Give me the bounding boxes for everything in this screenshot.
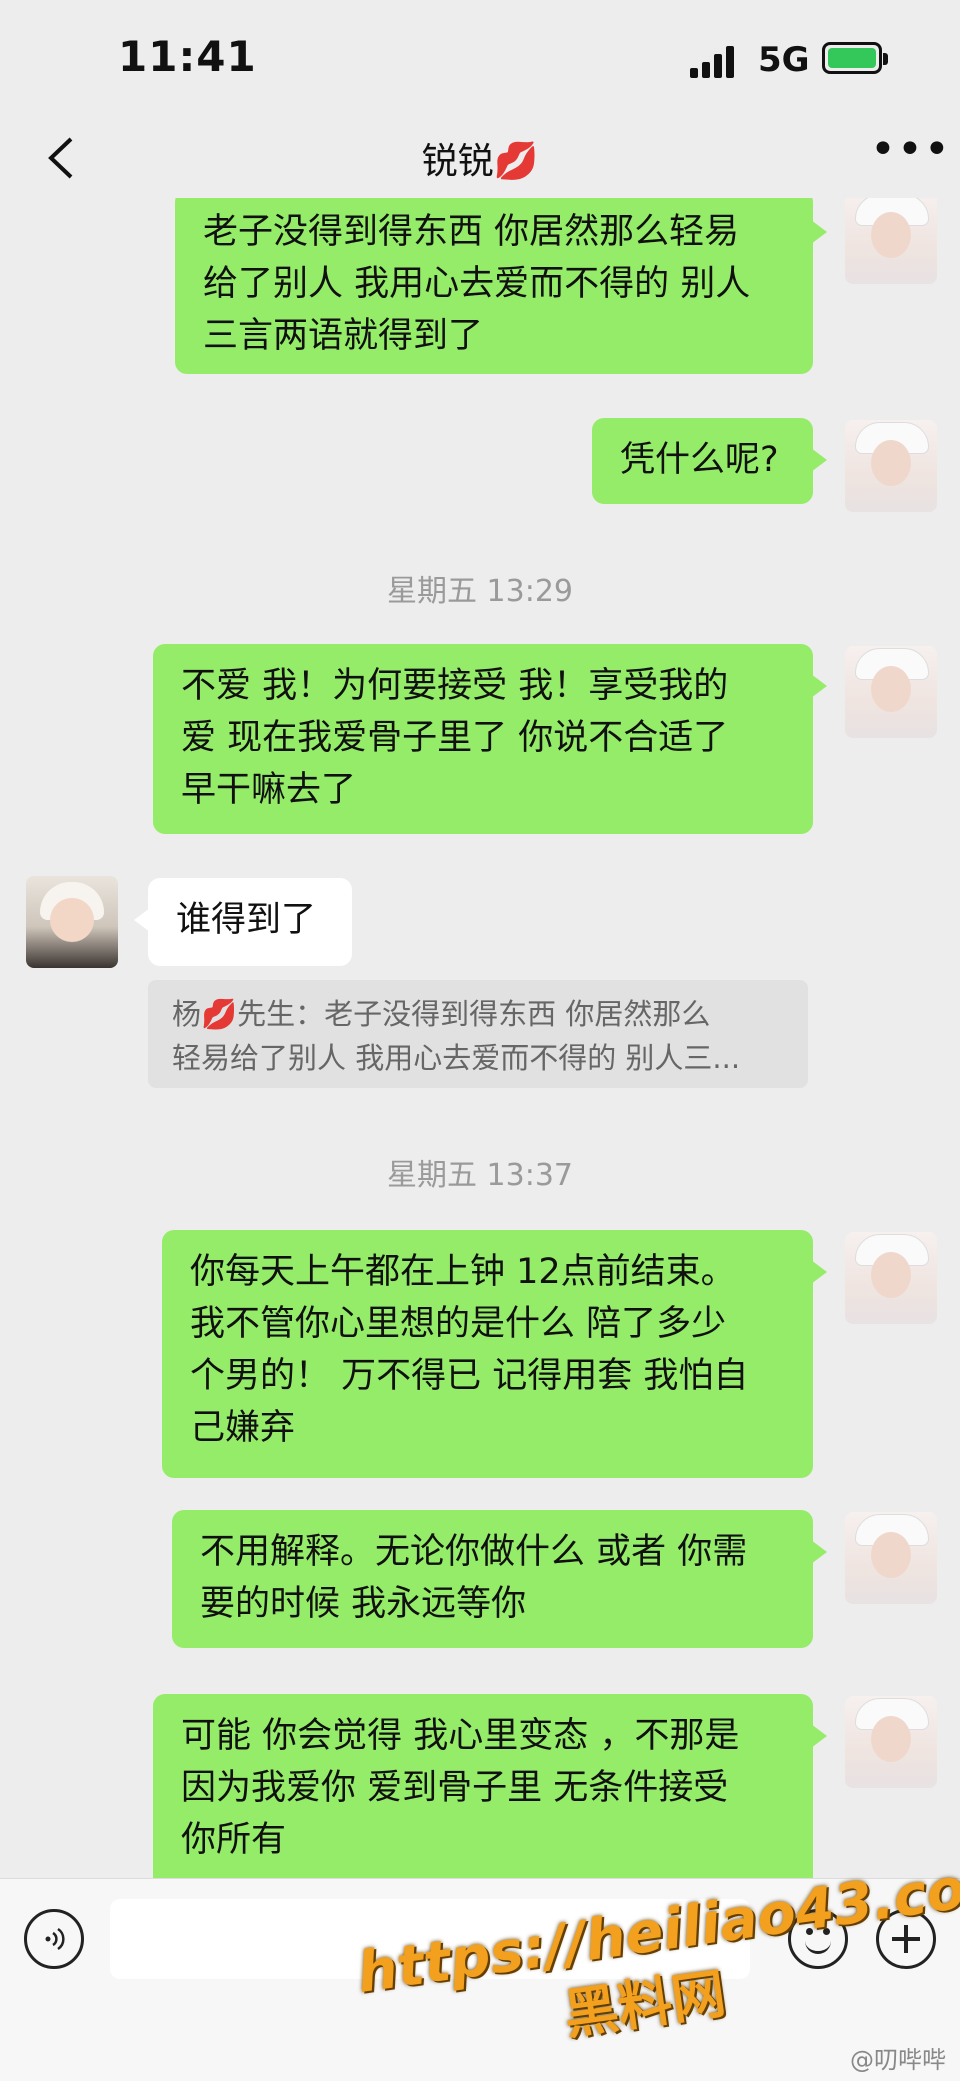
quote-line: 杨💋先生：老子没得到得东西 你居然那么 bbox=[172, 997, 711, 1031]
message-bubble[interactable]: 老子没得到得东西 你居然那么轻易 给了别人 我用心去爱而不得的 别人 三言两语就… bbox=[175, 198, 827, 374]
timestamp: 星期五 13:37 bbox=[387, 1158, 573, 1193]
battery-icon bbox=[822, 42, 888, 74]
message-bubble[interactable]: 可能 你会觉得 我心里变态 ，不那是 因为我爱你 爱到骨子里 无条件接受 你所有 bbox=[153, 1694, 827, 1878]
contact-avatar[interactable] bbox=[26, 876, 118, 968]
voice-button[interactable] bbox=[24, 1909, 84, 1969]
more-button[interactable]: ••• bbox=[870, 128, 950, 186]
quoted-message[interactable]: 杨💋先生：老子没得到得东西 你居然那么 轻易给了别人 我用心去爱而不得的 别人三… bbox=[148, 980, 808, 1088]
contact-name: 锐锐 bbox=[421, 141, 494, 182]
message-bubble[interactable]: 谁得到了 bbox=[134, 878, 352, 966]
chat-area[interactable]: 老子没得到得东西 你居然那么轻易 给了别人 我用心去爱而不得的 别人 三言两语就… bbox=[0, 198, 960, 1878]
signal-icon bbox=[690, 44, 746, 78]
status-bar: 11:41 5G bbox=[0, 0, 960, 118]
chat-header: 锐锐💋 ••• bbox=[0, 118, 960, 198]
chat-title: 锐锐💋 bbox=[0, 132, 960, 184]
my-avatar[interactable] bbox=[845, 198, 937, 284]
timestamp: 星期五 13:29 bbox=[387, 574, 573, 609]
network-label: 5G bbox=[758, 40, 810, 80]
weibo-handle: @叨哔哔 bbox=[850, 2046, 946, 2074]
message-bubble[interactable]: 不爱 我！为何要接受 我！享受我的 爱 现在我爱骨子里了 你说不合适了 早干嘛去… bbox=[153, 644, 827, 834]
lips-emoji: 💋 bbox=[493, 141, 539, 182]
message-bubble[interactable]: 凭什么呢? bbox=[592, 418, 827, 504]
quote-line: 轻易给了别人 我用心去爱而不得的 别人三... bbox=[172, 1041, 741, 1075]
message-bubble[interactable]: 不用解释。无论你做什么 或者 你需 要的时候 我永远等你 bbox=[172, 1510, 827, 1648]
message-bubble[interactable]: 你每天上午都在上钟 12点前结束。 我不管你心里想的是什么 陪了多少 个男的！ … bbox=[162, 1230, 827, 1478]
status-time: 11:41 bbox=[118, 32, 257, 81]
my-avatar[interactable] bbox=[845, 1512, 937, 1604]
my-avatar[interactable] bbox=[845, 1696, 937, 1788]
my-avatar[interactable] bbox=[845, 420, 937, 512]
voice-icon bbox=[45, 1927, 65, 1951]
my-avatar[interactable] bbox=[845, 1232, 937, 1324]
my-avatar[interactable] bbox=[845, 646, 937, 738]
